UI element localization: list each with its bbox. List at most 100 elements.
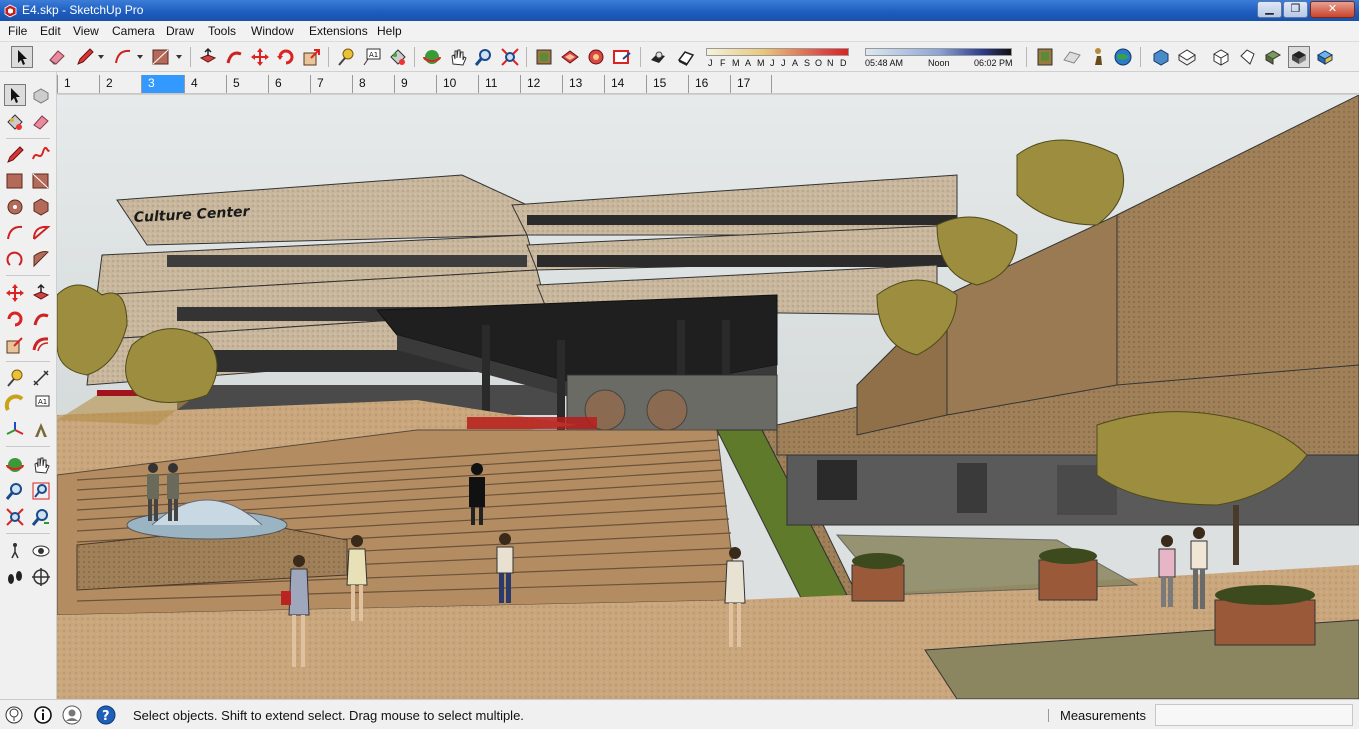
previous-view-button[interactable] xyxy=(30,506,52,528)
zoom-tool-button[interactable] xyxy=(4,480,26,502)
zoom-window-tool-button[interactable] xyxy=(30,480,52,502)
circle-tool-button[interactable] xyxy=(4,196,26,218)
maximize-button[interactable]: ❐ xyxy=(1283,1,1308,18)
tape-measure-tool-button[interactable] xyxy=(335,46,357,68)
section-plane-button[interactable] xyxy=(1061,46,1083,68)
scene-tab-8[interactable]: 8 xyxy=(352,75,394,93)
pie-tool-button[interactable] xyxy=(30,248,52,270)
scene-tab-3[interactable]: 3 xyxy=(141,75,184,93)
model-viewport[interactable]: Culture Center xyxy=(57,95,1359,699)
scene-tab-17[interactable]: 17 xyxy=(730,75,772,93)
back-view-button[interactable] xyxy=(1262,46,1284,68)
monochrome-style-button[interactable] xyxy=(1288,46,1310,68)
walk-tool-button[interactable] xyxy=(4,566,26,588)
make-component-button[interactable] xyxy=(30,84,52,106)
eraser-tool-button[interactable] xyxy=(46,46,68,68)
scene-tab-2[interactable]: 2 xyxy=(99,75,141,93)
top-view-button[interactable] xyxy=(1176,46,1198,68)
scale-tool-button[interactable] xyxy=(4,334,26,356)
extension-warehouse-button[interactable] xyxy=(559,46,581,68)
warehouse-button[interactable] xyxy=(533,46,555,68)
scene-tab-6[interactable]: 6 xyxy=(268,75,310,93)
shadows-toggle-button[interactable] xyxy=(647,46,669,68)
orbit-tool-button[interactable] xyxy=(4,454,26,476)
measurements-input[interactable] xyxy=(1155,704,1353,726)
scene-tab-12[interactable]: 12 xyxy=(520,75,562,93)
two-point-arc-tool-button[interactable] xyxy=(30,222,52,244)
pencil-dropdown[interactable] xyxy=(98,55,104,59)
move-tool-button[interactable] xyxy=(4,282,26,304)
rotated-rectangle-tool-button[interactable] xyxy=(30,170,52,192)
scene-tab-9[interactable]: 9 xyxy=(394,75,436,93)
shadow-time-slider[interactable] xyxy=(865,48,1012,56)
rotate-tool-button[interactable] xyxy=(4,308,26,330)
scene-tab-1[interactable]: 1 xyxy=(57,75,99,93)
arc-dropdown[interactable] xyxy=(137,55,143,59)
look-around-tool-button[interactable] xyxy=(30,540,52,562)
scene-tab-10[interactable]: 10 xyxy=(436,75,478,93)
paint-bucket-tool-button[interactable] xyxy=(387,46,409,68)
help-button[interactable]: ? xyxy=(96,705,116,725)
position-camera-tool-button[interactable] xyxy=(4,540,26,562)
right-view-button[interactable] xyxy=(1236,46,1258,68)
follow-me-tool-button[interactable] xyxy=(223,46,245,68)
user-button[interactable] xyxy=(62,705,82,725)
rectangle-dropdown[interactable] xyxy=(176,55,182,59)
scene-tab-14[interactable]: 14 xyxy=(604,75,646,93)
offset-tool-button[interactable] xyxy=(30,334,52,356)
scene-tab-13[interactable]: 13 xyxy=(562,75,604,93)
menu-draw[interactable]: Draw xyxy=(166,24,194,38)
fog-toggle-button[interactable] xyxy=(675,46,697,68)
polygon-tool-button[interactable] xyxy=(30,196,52,218)
menu-help[interactable]: Help xyxy=(377,24,402,38)
scale-tool-button[interactable] xyxy=(301,46,323,68)
menu-edit[interactable]: Edit xyxy=(40,24,61,38)
line-tool-button[interactable] xyxy=(4,144,26,166)
zoom-extents-tool-button[interactable] xyxy=(4,506,26,528)
push-pull-tool-button[interactable] xyxy=(30,282,52,304)
rectangle-tool-button[interactable] xyxy=(150,46,172,68)
menu-extensions[interactable]: Extensions xyxy=(309,24,368,38)
paint-bucket-tool-button[interactable] xyxy=(4,111,26,133)
3d-text-tool-button[interactable] xyxy=(30,419,52,441)
walk-button[interactable] xyxy=(1087,46,1109,68)
components-button[interactable] xyxy=(585,46,607,68)
rectangle-tool-button[interactable] xyxy=(4,170,26,192)
three-point-arc-tool-button[interactable] xyxy=(4,248,26,270)
scene-tab-16[interactable]: 16 xyxy=(688,75,730,93)
orbit-tool-button[interactable] xyxy=(421,46,443,68)
close-button[interactable]: ✕ xyxy=(1310,1,1355,18)
follow-me-tool-button[interactable] xyxy=(30,308,52,330)
zoom-extents-tool-button[interactable] xyxy=(499,46,521,68)
menu-view[interactable]: View xyxy=(73,24,99,38)
scene-tab-11[interactable]: 11 xyxy=(478,75,520,93)
dimension-tool-button[interactable] xyxy=(30,367,52,389)
move-tool-button[interactable] xyxy=(249,46,271,68)
minimize-button[interactable]: ▁ xyxy=(1257,1,1282,18)
freehand-tool-button[interactable] xyxy=(30,144,52,166)
scene-tab-7[interactable]: 7 xyxy=(310,75,352,93)
pencil-tool-button[interactable] xyxy=(74,46,96,68)
scene-tab-4[interactable]: 4 xyxy=(184,75,226,93)
eraser-tool-button[interactable] xyxy=(30,111,52,133)
zoom-tool-button[interactable] xyxy=(473,46,495,68)
scene-tab-5[interactable]: 5 xyxy=(226,75,268,93)
axes-tool-button[interactable] xyxy=(4,419,26,441)
arc-tool-button[interactable] xyxy=(112,46,134,68)
scene-tab-15[interactable]: 15 xyxy=(646,75,688,93)
menu-file[interactable]: File xyxy=(8,24,27,38)
menu-tools[interactable]: Tools xyxy=(208,24,236,38)
credits-button[interactable] xyxy=(33,705,53,725)
tape-measure-tool-button[interactable] xyxy=(4,367,26,389)
pan-tool-button[interactable] xyxy=(30,454,52,476)
iso-view-button[interactable] xyxy=(1150,46,1172,68)
geo-location-button[interactable] xyxy=(1112,46,1134,68)
text-tool-button[interactable]: A1 xyxy=(361,46,383,68)
section-plane-tool-button[interactable] xyxy=(30,566,52,588)
menu-camera[interactable]: Camera xyxy=(112,24,155,38)
arc-tool-button[interactable] xyxy=(4,222,26,244)
model-info-button[interactable] xyxy=(1034,46,1056,68)
push-pull-tool-button[interactable] xyxy=(197,46,219,68)
shaded-style-button[interactable] xyxy=(1314,46,1336,68)
protractor-tool-button[interactable] xyxy=(4,393,26,415)
